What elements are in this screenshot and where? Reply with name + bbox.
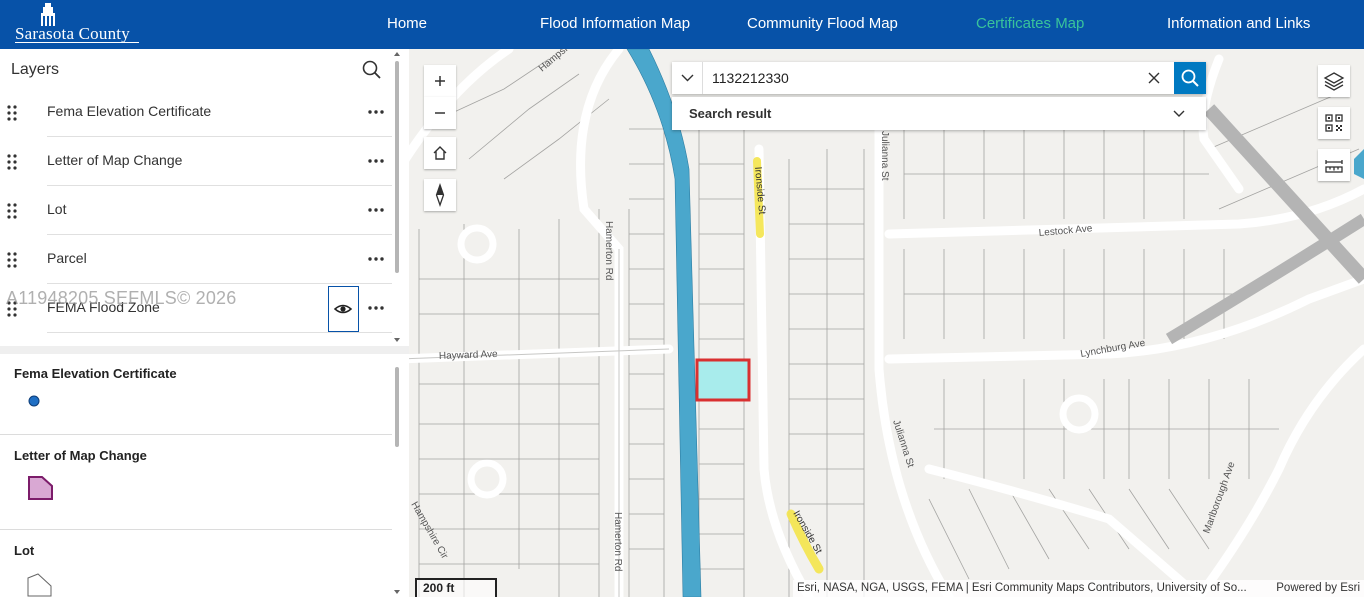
layer-item-letter-of-map-change[interactable]: Letter of Map Change [0,137,392,186]
compass-icon [435,183,445,207]
zoom-out-button[interactable] [424,97,456,129]
powered-by-esri[interactable]: Powered by Esri [1276,582,1360,594]
layers-scrollbar[interactable] [394,51,400,343]
more-options-icon[interactable] [366,298,386,318]
nav-home[interactable]: Home [387,15,427,32]
scrollbar-thumb[interactable] [395,61,399,273]
map-view[interactable]: Hampshire Cir Hamerton Rd Ironside St Ju… [409,49,1364,597]
attribution-text: Esri, NASA, NGA, USGS, FEMA | Esri Commu… [797,582,1247,594]
watermark-text: A11948205 SEFMLS© 2026 [6,288,237,308]
layers-header: Layers [0,49,392,89]
layers-icon [1323,72,1345,91]
layer-item-lot[interactable]: Lot [0,186,392,235]
layer-item-parcel[interactable]: Parcel [0,235,392,284]
search-result-label: Search result [689,106,772,121]
panel-divider [0,346,409,354]
basemap-gallery-button[interactable] [1318,65,1350,97]
logo-text: Sarasota County [15,24,130,43]
drag-handle-icon[interactable] [6,202,18,220]
street-label: Hamerton Rd [612,512,623,571]
outline-polygon-symbol-icon [27,573,52,597]
legend-title-letter-of-map-change: Letter of Map Change [14,448,147,463]
legend-title-fema-elevation-certificate: Fema Elevation Certificate [14,366,177,381]
plus-icon [435,76,445,86]
eye-icon [333,304,353,314]
home-icon [433,146,447,160]
search-results-panel[interactable]: Search result [672,97,1206,130]
scroll-down-arrow-icon[interactable] [394,589,400,595]
more-options-icon[interactable] [366,102,386,122]
chevron-down-icon [681,74,694,82]
legend-divider [0,529,392,530]
more-options-icon[interactable] [366,200,386,220]
scrollbar-thumb[interactable] [395,367,399,447]
scroll-up-arrow-icon[interactable] [394,51,400,57]
search-source-dropdown[interactable] [672,62,703,94]
search-submit-button[interactable] [1174,62,1206,94]
nav-community-flood-map[interactable]: Community Flood Map [747,15,898,32]
visibility-toggle-button[interactable] [328,286,359,332]
scale-label: 200 ft [423,581,455,595]
search-widget [672,62,1206,94]
scroll-down-arrow-icon[interactable] [394,337,400,343]
home-button[interactable] [424,137,456,169]
legend-title-lot: Lot [14,543,35,558]
drag-handle-icon[interactable] [6,153,18,171]
nav-information-and-links[interactable]: Information and Links [1167,15,1310,32]
layer-name: Parcel [47,250,87,266]
row-divider [47,332,392,333]
top-navigation-bar: Sarasota County Home Flood Information M… [0,0,1364,49]
search-input[interactable] [704,62,1172,94]
nav-flood-information-map[interactable]: Flood Information Map [540,15,690,32]
layer-name: Lot [47,201,67,217]
more-options-icon[interactable] [366,249,386,269]
street-label: Hayward Ave [439,349,499,362]
layer-item-fema-elevation-certificate[interactable]: Fema Elevation Certificate [0,88,392,137]
legend-scrollbar[interactable] [394,359,400,597]
layers-title: Layers [11,61,60,78]
legend-divider [0,434,392,435]
sarasota-county-logo[interactable]: Sarasota County [14,3,144,45]
point-symbol-icon [28,395,40,407]
scale-bar: 200 ft [415,578,497,597]
attribution-bar[interactable]: Esri, NASA, NGA, USGS, FEMA | Esri Commu… [793,580,1364,597]
measure-button[interactable] [1318,149,1350,181]
measure-icon [1325,160,1343,173]
qr-code-icon [1325,114,1343,132]
zoom-in-button[interactable] [424,65,456,97]
minus-icon [435,112,445,114]
street-label: Hamerton Rd [603,221,614,280]
nav-certificates-map[interactable]: Certificates Map [976,15,1084,32]
close-icon[interactable] [1144,68,1164,88]
layers-panel: Layers Fema Elevation Certificate Letter… [0,49,409,597]
more-options-icon[interactable] [366,151,386,171]
search-icon[interactable] [361,59,383,81]
drag-handle-icon[interactable] [6,251,18,269]
logo-underline [15,42,139,43]
layer-name: Fema Elevation Certificate [47,103,212,119]
polygon-symbol-icon [28,476,53,500]
basemap[interactable]: Hampshire Cir Hamerton Rd Ironside St Ju… [409,49,1364,597]
chevron-down-icon[interactable] [1172,107,1186,121]
legend-section: Fema Elevation Certificate Letter of Map… [0,354,392,597]
qr-code-button[interactable] [1318,107,1350,139]
search-icon [1181,69,1199,87]
layer-name: Letter of Map Change [47,152,183,168]
drag-handle-icon[interactable] [6,104,18,122]
compass-button[interactable] [424,179,456,211]
street-label: Julianna St [879,131,890,181]
